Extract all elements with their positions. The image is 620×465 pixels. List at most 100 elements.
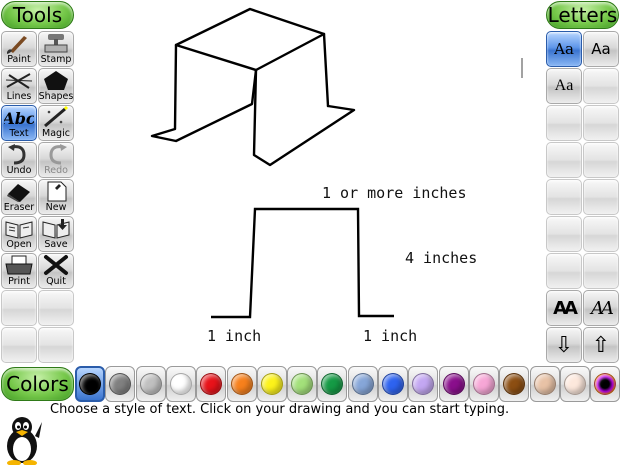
color-swatch[interactable] [499,366,530,402]
color-dot [169,373,192,395]
color-swatch[interactable] [378,366,408,402]
font-sample: Aa [554,77,574,94]
tool-label: Paint [7,54,31,65]
color-dot [594,373,617,395]
tool-open-button[interactable]: Open [1,216,37,252]
magic-wand-icon [44,106,69,128]
label-left-bottom: 1 inch [207,327,261,345]
tool-label: Save [44,239,68,250]
font-sans-button[interactable]: Aa [583,31,619,67]
pentagon-icon [44,71,68,90]
empty-tool-slot [38,290,74,326]
color-swatch[interactable] [135,366,166,402]
tool-magic-button[interactable]: Magic [38,105,74,141]
empty-letter-slot [583,105,619,141]
color-swatch[interactable] [438,366,469,402]
stamp-icon [44,34,68,53]
step-diagram [211,207,394,319]
color-dot [200,373,223,395]
color-dot [351,373,374,395]
tool-save-button[interactable]: Save [38,216,74,252]
color-dot [109,373,132,395]
tool-lines-button[interactable]: Lines [1,68,37,104]
printer-icon [5,255,33,275]
tool-print-button[interactable]: Print [1,253,37,289]
save-book-icon [42,219,70,239]
empty-letter-slot [546,216,582,252]
text-italic-size-button[interactable]: AA [583,290,619,326]
paintbrush-icon [7,36,27,54]
color-dot [260,373,283,395]
color-swatch[interactable] [226,366,257,402]
quit-x-icon [44,255,68,275]
tool-new-button[interactable]: New [38,179,74,215]
color-swatch[interactable] [105,366,136,402]
color-swatch[interactable] [317,366,348,402]
redo-icon [49,144,67,165]
color-swatch[interactable] [529,366,560,402]
color-dot [442,373,465,395]
color-swatch[interactable] [559,366,590,402]
drawing-canvas[interactable]: 1 or more inches 4 inches 1 inch 1 inch [74,0,546,365]
color-dot [382,373,404,395]
color-dot [321,373,344,395]
font-serif-bold-button[interactable]: Aa [546,68,582,104]
color-picker-swatch[interactable] [590,366,620,402]
tool-label: Shapes [38,91,74,102]
tool-label: Lines [6,91,32,102]
color-dot [503,373,526,395]
color-swatch[interactable] [287,366,318,402]
color-swatch[interactable] [165,366,196,402]
empty-letter-slot [583,216,619,252]
empty-letter-slot [546,105,582,141]
tool-label: Redo [44,165,68,176]
tool-label: Eraser [3,202,35,213]
colors-header: Colors [1,367,74,401]
open-book-icon [5,221,33,239]
scroll-down-arrow-icon: ⇩ [554,332,574,358]
empty-letter-slot [583,68,619,104]
color-swatch[interactable] [468,366,499,402]
tool-label: Stamp [40,54,72,65]
text-bold-size-button[interactable]: AA [546,290,582,326]
lines-icon [5,73,33,89]
tool-undo-button[interactable]: Undo [1,142,37,178]
tool-shapes-button[interactable]: Shapes [38,68,74,104]
text-bold-size-icon: AA [553,297,578,319]
tool-stamp-button[interactable]: Stamp [38,31,74,67]
label-top: 1 or more inches [322,184,467,202]
color-swatch[interactable] [408,366,439,402]
tool-redo-button[interactable]: Redo [38,142,74,178]
color-dot [472,373,495,395]
scroll-down-arrow-button[interactable]: ⇩ [546,327,582,363]
empty-letter-slot [583,142,619,178]
tool-eraser-button[interactable]: Eraser [1,179,37,215]
color-swatch[interactable] [196,366,227,402]
tool-text-button[interactable]: AbcText [1,105,37,141]
empty-letter-slot [583,253,619,289]
tool-label: Quit [46,276,66,287]
table-drawing [150,7,356,167]
color-dot [412,373,435,395]
empty-letter-slot [546,179,582,215]
font-serif-button[interactable]: Aa [546,31,582,67]
tool-paint-button[interactable]: Paint [1,31,37,67]
scroll-up-arrow-button[interactable]: ⇧ [583,327,619,363]
font-sample: Aa [554,40,574,58]
color-swatch[interactable] [256,366,287,402]
color-swatch[interactable] [75,366,105,402]
color-swatch[interactable] [347,366,378,402]
color-dot [230,373,253,395]
tool-label: Undo [6,165,32,176]
label-right-bottom: 1 inch [363,327,417,345]
text-abc-icon: Abc [4,109,34,128]
tool-quit-button[interactable]: Quit [38,253,74,289]
tool-label: Magic [42,128,70,139]
new-page-icon [47,181,67,202]
tools-header: Tools [1,1,74,29]
status-message: Choose a style of text. Click on your dr… [50,402,510,417]
font-sample: Aa [591,40,611,58]
label-right: 4 inches [405,249,477,267]
tool-label: Open [6,239,32,250]
letters-header: Letters [546,1,619,29]
